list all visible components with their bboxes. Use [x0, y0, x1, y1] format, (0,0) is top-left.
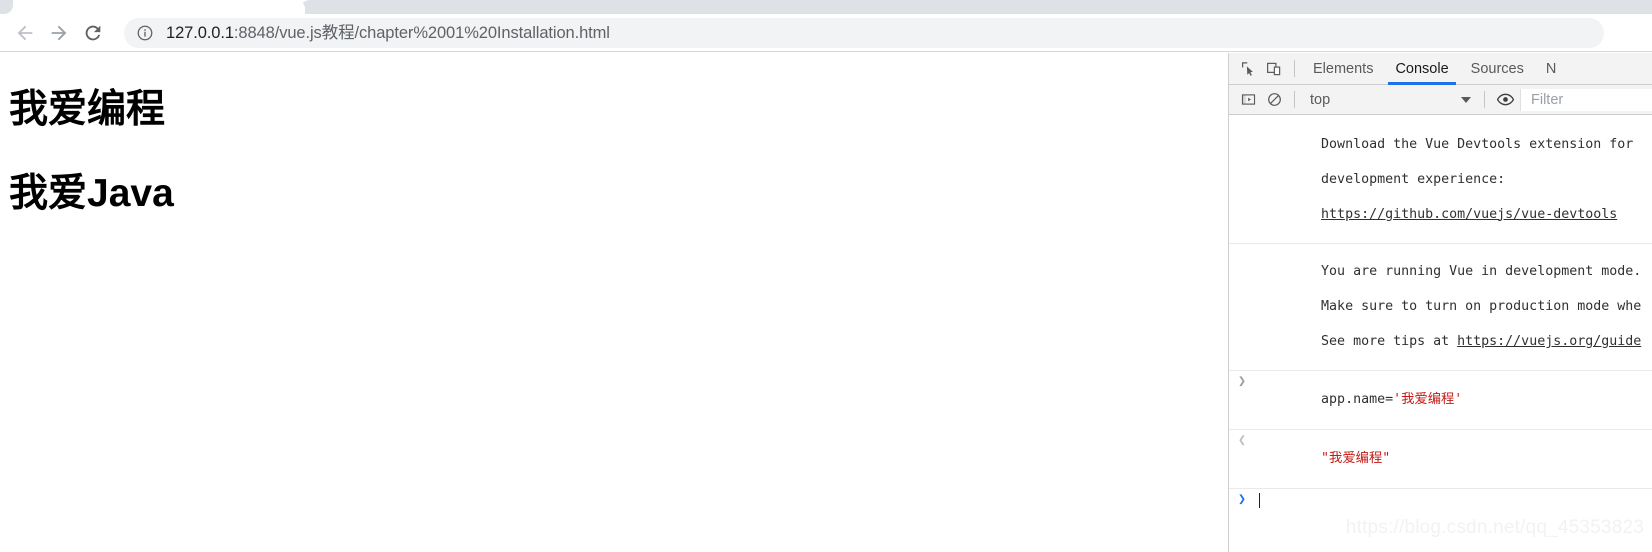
console-message-line: Make sure to turn on production mode whe: [1321, 299, 1642, 314]
console-result-value: "我爱编程": [1321, 451, 1391, 466]
prompt-chevron-icon: ❯: [1238, 492, 1247, 507]
result-chevron-icon: ❮: [1238, 433, 1247, 448]
console-expression-code: app.name=: [1321, 392, 1394, 407]
devtools-tab-bar: Elements Console Sources N: [1229, 53, 1652, 85]
reload-icon: [85, 25, 101, 40]
address-bar[interactable]: 127.0.0.1:8848/vue.js教程/chapter%2001%20I…: [124, 17, 1604, 48]
forward-arrow-icon: [51, 25, 67, 40]
console-expression-string: '我爱编程': [1393, 392, 1463, 407]
console-message-line: development experience:: [1321, 171, 1506, 187]
url-host: 127.0.0.1: [166, 23, 234, 42]
input-chevron-icon: ❯: [1238, 374, 1247, 389]
console-evaluation-result: ❮ "我爱编程": [1229, 430, 1652, 489]
clear-console-icon: [1267, 93, 1281, 106]
site-info-icon[interactable]: [136, 24, 154, 42]
tab-strip-background: [300, 0, 1652, 14]
console-message-link[interactable]: https://github.com/vuejs/vue-devtools: [1321, 207, 1617, 222]
inspect-element-button[interactable]: [1235, 56, 1261, 82]
console-evaluated-expression: ❯ app.name='我爱编程': [1229, 371, 1652, 430]
browser-toolbar: 127.0.0.1:8848/vue.js教程/chapter%2001%20I…: [0, 14, 1652, 52]
browser-tab-active[interactable]: [13, 0, 305, 14]
tab-sources[interactable]: Sources: [1460, 53, 1535, 85]
console-message-list[interactable]: Download the Vue Devtools extension for …: [1229, 116, 1652, 552]
sidebar-panel-icon: [1241, 94, 1255, 105]
console-message-dev-mode: You are running Vue in development mode.…: [1229, 244, 1652, 371]
console-message-line-prefix: See more tips at: [1321, 334, 1458, 349]
execution-context-select[interactable]: top: [1302, 89, 1477, 111]
page-heading-secondary: 我爱Java: [9, 172, 174, 215]
devtools-panel: Elements Console Sources N top Filter Do…: [1228, 53, 1652, 552]
tab-elements[interactable]: Elements: [1302, 53, 1384, 85]
live-expression-button[interactable]: [1492, 87, 1518, 113]
console-sidebar-toggle-button[interactable]: [1235, 87, 1261, 113]
console-toolbar-divider: [1294, 91, 1295, 108]
tab-strip-left-edge: [0, 0, 13, 14]
console-prompt[interactable]: ❯: [1229, 489, 1652, 513]
tab-strip: [0, 0, 1652, 14]
console-filter-input[interactable]: Filter: [1520, 88, 1652, 111]
toolbar-divider: [1294, 60, 1295, 77]
console-toolbar-divider-2: [1484, 91, 1485, 108]
console-message-link[interactable]: https://vuejs.org/guide: [1457, 334, 1641, 349]
page-heading-primary: 我爱编程: [9, 88, 166, 131]
device-toggle-icon: [1267, 62, 1281, 75]
tab-more[interactable]: N: [1535, 53, 1567, 85]
url-path: :8848/vue.js教程/chapter%2001%20Installati…: [233, 23, 610, 42]
text-caret: [1259, 493, 1260, 508]
browser-window: 127.0.0.1:8848/vue.js教程/chapter%2001%20I…: [0, 0, 1652, 552]
chevron-down-icon: [1461, 96, 1471, 103]
reload-button[interactable]: [76, 16, 110, 50]
address-bar-url: 127.0.0.1:8848/vue.js教程/chapter%2001%20I…: [166, 18, 610, 48]
eye-icon: [1496, 93, 1514, 106]
page-viewport: 我爱编程 我爱Java: [0, 53, 1227, 552]
clear-console-button[interactable]: [1261, 87, 1287, 113]
execution-context-value: top: [1310, 91, 1331, 108]
cursor-select-icon: [1242, 61, 1253, 76]
console-toolbar: top Filter: [1229, 85, 1652, 115]
tab-console[interactable]: Console: [1384, 53, 1459, 85]
console-message-line: Download the Vue Devtools extension for: [1321, 136, 1634, 152]
back-button[interactable]: [8, 16, 42, 50]
forward-button[interactable]: [42, 16, 76, 50]
console-message-line: You are running Vue in development mode.: [1321, 264, 1642, 279]
device-toolbar-toggle-button[interactable]: [1261, 56, 1287, 82]
back-arrow-icon: [17, 25, 33, 40]
watermark: https://blog.csdn.net/qq_45353823: [1345, 517, 1644, 538]
console-message-vue-devtools: Download the Vue Devtools extension for …: [1229, 116, 1652, 244]
